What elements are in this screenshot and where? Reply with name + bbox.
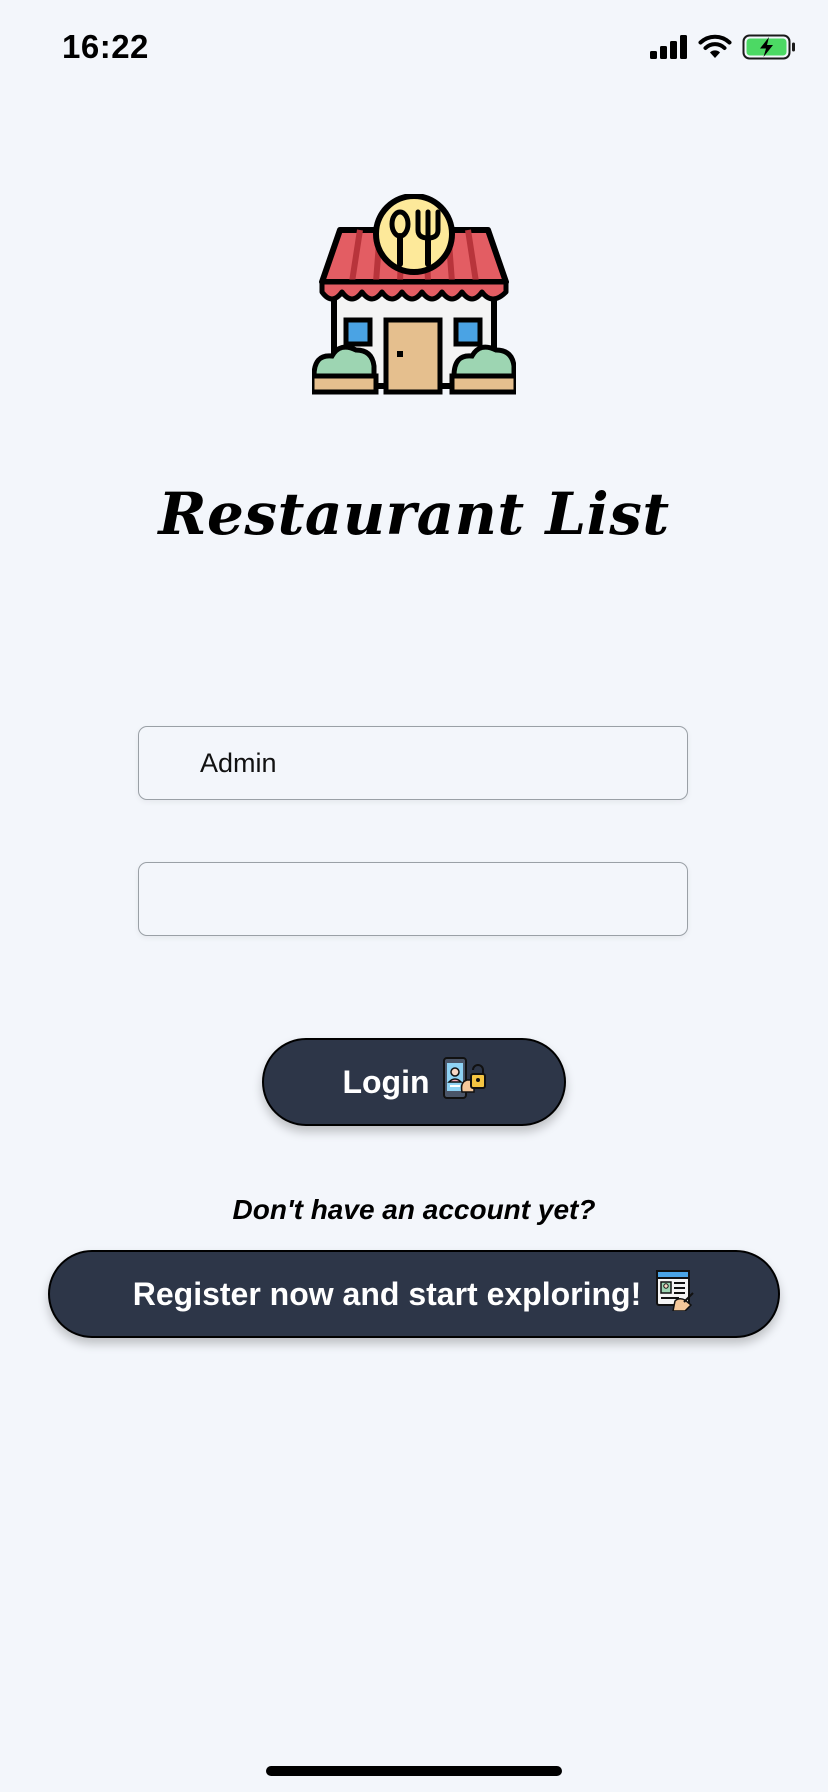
phone-lock-login-icon xyxy=(440,1056,486,1108)
register-prompt: Don't have an account yet? xyxy=(232,1194,596,1225)
login-button[interactable]: Login xyxy=(262,1038,566,1126)
registration-form-icon xyxy=(655,1269,695,1319)
status-time: 16:22 xyxy=(62,28,149,65)
battery-charging-icon xyxy=(742,34,796,65)
restaurant-storefront-icon xyxy=(309,193,519,395)
register-button-label: Register now and start exploring! xyxy=(132,1275,642,1312)
status-icons xyxy=(650,34,796,65)
register-button[interactable]: Register now and start exploring! xyxy=(48,1250,780,1338)
username-input[interactable] xyxy=(138,726,688,800)
home-indicator xyxy=(266,1766,562,1776)
login-button-label: Login xyxy=(342,1063,430,1100)
restaurant-logo xyxy=(309,193,519,398)
wifi-icon xyxy=(698,34,732,65)
app-title: Restaurant List xyxy=(158,480,670,548)
password-input[interactable] xyxy=(138,862,688,936)
status-bar: 16:22 xyxy=(0,0,828,100)
cellular-signal-icon xyxy=(650,35,688,64)
